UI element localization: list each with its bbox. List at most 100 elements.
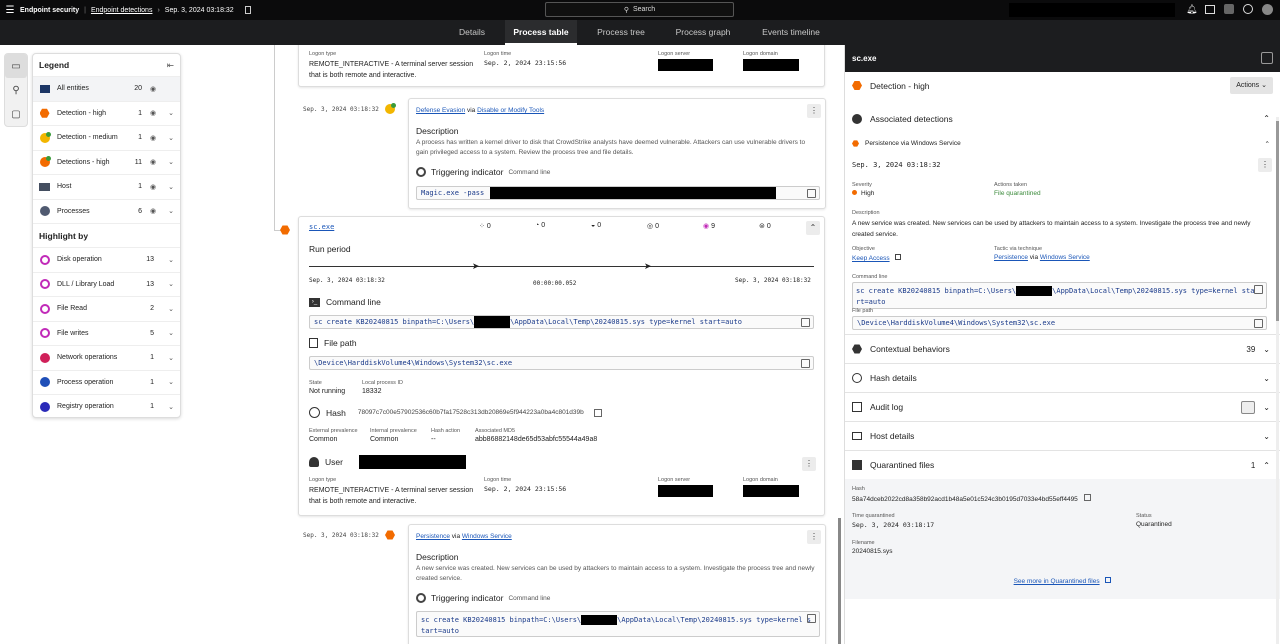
- scrollbar[interactable]: [1276, 117, 1279, 644]
- copy-icon[interactable]: [801, 359, 810, 368]
- more-options-button[interactable]: ⋮: [1258, 158, 1272, 172]
- external-link-icon[interactable]: [895, 254, 902, 260]
- legend-row[interactable]: Host 1 ◉ ⌄: [33, 174, 180, 199]
- count-dll-events[interactable]: ⁘ 0: [479, 222, 535, 230]
- technique-link[interactable]: Windows Service: [462, 533, 512, 540]
- tab-process-tree[interactable]: Process tree: [588, 20, 654, 45]
- external-link-icon[interactable]: [1105, 577, 1112, 583]
- tab-process-table[interactable]: Process table: [505, 20, 577, 45]
- collapse-legend-icon[interactable]: ⇤: [167, 60, 174, 71]
- product-name[interactable]: Endpoint security: [20, 7, 79, 14]
- chevron-down-icon[interactable]: ⌄: [162, 354, 174, 362]
- collapse-button[interactable]: ⌃: [806, 221, 820, 235]
- search-button[interactable]: ⚲ Search: [545, 2, 734, 17]
- highlight-row[interactable]: Network operations 1 ⌄: [33, 345, 180, 370]
- copy-icon[interactable]: [1254, 285, 1263, 294]
- legend-row[interactable]: Detection - high 1 ◉ ⌄: [33, 100, 180, 126]
- notifications-icon[interactable]: 🔔︎: [1186, 4, 1197, 14]
- see-more-quarantined-link[interactable]: See more in Quarantined files: [845, 577, 1280, 585]
- legend-row[interactable]: Detections - high 11 ◉ ⌄: [33, 149, 180, 175]
- chevron-down-icon[interactable]: ⌄: [162, 256, 174, 264]
- highlight-row[interactable]: Process operation 1 ⌄: [33, 369, 180, 395]
- chevron-down-icon[interactable]: ⌄: [162, 207, 174, 215]
- more-options-button[interactable]: ⋮: [802, 457, 816, 471]
- chevron-down-icon[interactable]: ⌄: [1263, 403, 1270, 412]
- count-network-events[interactable]: ◔ 0: [535, 222, 591, 230]
- user-avatar[interactable]: [1262, 4, 1273, 15]
- chevron-up-icon[interactable]: ⌃: [1263, 102, 1270, 135]
- copy-icon[interactable]: [1083, 494, 1091, 501]
- copy-icon[interactable]: [1254, 319, 1263, 328]
- chevron-down-icon[interactable]: ⌄: [162, 378, 174, 386]
- associated-detections-header[interactable]: Associated detections ⌃: [845, 102, 1280, 135]
- process-name-link[interactable]: sc.exe: [309, 223, 334, 231]
- tactic-link[interactable]: Defense Evasion: [416, 107, 465, 114]
- highlight-row[interactable]: DLL / Library Load 13 ⌄: [33, 271, 180, 297]
- folder-icon[interactable]: ▢: [5, 102, 27, 126]
- count-process-events[interactable]: ◒ 0: [591, 222, 647, 230]
- profile-icon[interactable]: [1224, 4, 1234, 14]
- panel-toggle-icon[interactable]: ▭: [5, 54, 27, 78]
- more-options-button[interactable]: ⋮: [807, 104, 821, 118]
- count-disk-events[interactable]: ◉ 9: [703, 222, 759, 230]
- bookmark-icon[interactable]: [244, 6, 251, 14]
- more-options-button[interactable]: ⋮: [807, 530, 821, 544]
- chevron-down-icon[interactable]: ⌄: [162, 109, 174, 117]
- quarantined-files-header[interactable]: Quarantined files 1 ⌃: [845, 450, 1280, 479]
- host-details-header[interactable]: Host details ⌄: [845, 421, 1280, 450]
- see-more-text[interactable]: See more in Quarantined files: [1014, 578, 1100, 585]
- tab-details[interactable]: Details: [448, 20, 496, 45]
- highlight-row[interactable]: Disk operation 13 ⌄: [33, 247, 180, 272]
- contextual-behaviors-header[interactable]: Contextual behaviors 39 ⌄: [845, 334, 1280, 363]
- chevron-down-icon[interactable]: ⌄: [162, 158, 174, 166]
- hamburger-menu-icon[interactable]: ☰: [0, 5, 20, 16]
- copy-icon[interactable]: [807, 189, 816, 198]
- chevron-down-icon[interactable]: ⌄: [162, 403, 174, 411]
- chevron-down-icon[interactable]: ⌄: [162, 329, 174, 337]
- chevron-up-icon[interactable]: ⌃: [1265, 140, 1270, 148]
- technique-link[interactable]: Windows Service: [1040, 254, 1090, 261]
- search-icon[interactable]: ⚲: [5, 78, 27, 102]
- eye-icon[interactable]: ◉: [150, 134, 162, 142]
- highlight-row[interactable]: File writes 5 ⌄: [33, 320, 180, 346]
- legend-row[interactable]: Detection - medium 1 ◉ ⌄: [33, 125, 180, 150]
- objective-link[interactable]: Keep Access: [852, 255, 890, 262]
- apps-icon[interactable]: [1205, 5, 1215, 14]
- chevron-down-icon[interactable]: ⌄: [1263, 422, 1270, 451]
- legend-row[interactable]: Processes 6 ◉ ⌄: [33, 198, 180, 224]
- highlight-row[interactable]: File Read 2 ⌄: [33, 296, 180, 321]
- tactic-link[interactable]: Persistence: [416, 533, 450, 540]
- center-scrollbar[interactable]: [838, 518, 841, 644]
- pid-value: 18332: [362, 388, 382, 395]
- eye-icon[interactable]: ◉: [150, 109, 162, 117]
- technique-link[interactable]: Disable or Modify Tools: [477, 107, 544, 114]
- chevron-down-icon[interactable]: ⌄: [1263, 364, 1270, 393]
- chevron-down-icon[interactable]: ⌄: [162, 183, 174, 191]
- chevron-down-icon[interactable]: ⌄: [162, 280, 174, 288]
- copy-icon[interactable]: [801, 318, 810, 327]
- eye-icon[interactable]: ◉: [150, 207, 162, 215]
- breadcrumb-link[interactable]: Endpoint detections: [91, 7, 153, 14]
- tab-process-graph[interactable]: Process graph: [666, 20, 740, 45]
- close-panel-icon[interactable]: [1261, 52, 1273, 64]
- chevron-down-icon[interactable]: ⌄: [162, 134, 174, 142]
- eye-icon[interactable]: ◉: [150, 85, 162, 93]
- audit-log-header[interactable]: Audit log ⌄: [845, 392, 1280, 421]
- highlight-row[interactable]: Registry operation 1 ⌄: [33, 394, 180, 419]
- hash-details-header[interactable]: Hash details ⌄: [845, 363, 1280, 392]
- help-icon[interactable]: [1243, 4, 1253, 14]
- eye-icon[interactable]: ◉: [150, 158, 162, 166]
- comment-icon[interactable]: [1241, 401, 1256, 414]
- count-file-events[interactable]: ◎ 0: [647, 222, 703, 230]
- copy-icon[interactable]: [593, 408, 602, 417]
- legend-row-all[interactable]: All entities 20 ◉: [33, 76, 180, 101]
- actions-button[interactable]: Actions ⌄: [1230, 77, 1273, 94]
- eye-icon[interactable]: ◉: [150, 183, 162, 191]
- tab-events-timeline[interactable]: Events timeline: [752, 20, 830, 45]
- chevron-up-icon[interactable]: ⌃: [1263, 461, 1270, 470]
- chevron-down-icon[interactable]: ⌄: [1263, 345, 1270, 354]
- chevron-down-icon[interactable]: ⌄: [162, 305, 174, 313]
- copy-icon[interactable]: [807, 614, 816, 623]
- associated-detection-item[interactable]: Persistence via Windows Service ⌃: [845, 135, 1280, 152]
- tactic-link[interactable]: Persistence: [994, 254, 1028, 261]
